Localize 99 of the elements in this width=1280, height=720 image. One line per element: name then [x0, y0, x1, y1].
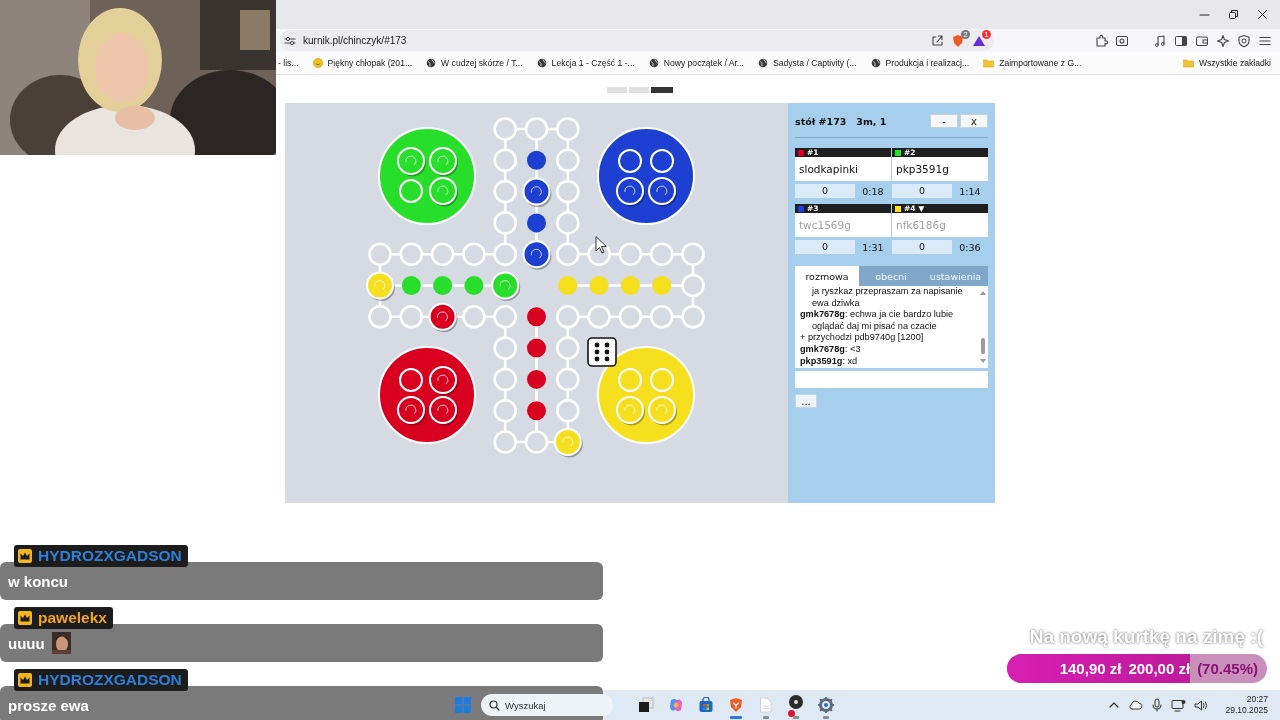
globe-icon	[648, 58, 659, 68]
goal-title: Na nową kurtkę na zimę :(	[1029, 626, 1263, 648]
close-icon[interactable]	[1257, 9, 1268, 20]
username: HYDROZXGADSON	[38, 547, 182, 565]
speaker-icon[interactable]	[1194, 698, 1210, 712]
player-score: 0	[892, 240, 952, 254]
cursor-icon	[595, 236, 607, 254]
cloud-icon[interactable]	[1128, 699, 1144, 711]
player-name: nfk6186g	[892, 213, 988, 237]
game-token[interactable]	[522, 240, 552, 270]
notification-dot	[788, 709, 795, 717]
search-icon	[489, 700, 500, 711]
bookmark[interactable]: W cudzej skórze / T...	[426, 58, 523, 68]
dice-icon[interactable]	[587, 337, 617, 367]
message-text: uuuu	[8, 634, 45, 652]
chat-message: gmk7678g: echwa ja cie bardzo lubie oglądać daj mi pisać na czacie	[800, 309, 955, 333]
player-name: twc1569g	[795, 213, 891, 237]
running-indicator	[763, 716, 769, 719]
bookmark[interactable]: - lis...	[278, 58, 299, 68]
music-icon[interactable]	[1153, 33, 1167, 48]
chat-message: pkp3591g: xd	[800, 355, 859, 368]
disc-icon[interactable]	[788, 693, 804, 710]
monitor-icon[interactable]	[1171, 698, 1187, 712]
restore-icon[interactable]	[1228, 9, 1239, 20]
table-title: stół #173	[795, 115, 847, 127]
tab-search-icon[interactable]	[1115, 33, 1129, 48]
game-token[interactable]	[648, 177, 677, 207]
count-badge: 2	[961, 29, 970, 39]
swirl-icon[interactable]	[668, 697, 684, 713]
goal-amount: 200,00 zł	[1128, 660, 1191, 677]
puzzle-icon[interactable]	[1094, 33, 1108, 48]
player-score: 0	[892, 184, 952, 198]
game-token[interactable]	[522, 177, 552, 208]
message-text: w koncu	[8, 572, 68, 590]
more-button[interactable]: ...	[795, 394, 817, 408]
bookmark[interactable]: Nowy początek / Ar...	[648, 58, 744, 68]
tune-icon	[284, 34, 296, 47]
clock[interactable]: 20:27 29.10.2025	[1225, 694, 1268, 716]
username: HYDROZXGADSON	[38, 671, 182, 689]
bookmark[interactable]: Wszystkie zakładki	[1182, 58, 1271, 68]
window-button[interactable]: x	[960, 114, 988, 128]
folder-icon	[983, 58, 995, 68]
player-timer: 0:18	[861, 185, 885, 197]
bag-icon[interactable]	[698, 697, 714, 713]
smiley-icon	[312, 58, 323, 68]
url-text: kurnik.pl/chinczyk/#173	[303, 35, 408, 46]
table-mode: 3m, 1	[856, 115, 887, 127]
system-message: + przychodzi pdb9740g [1200]	[800, 332, 925, 344]
player-score: 0	[795, 184, 855, 198]
globe-icon	[426, 58, 437, 68]
game-token[interactable]	[429, 396, 458, 426]
crown-icon	[18, 611, 32, 625]
player-name: slodkapinki	[795, 157, 891, 181]
window-button[interactable]: -	[930, 114, 958, 128]
globe-icon	[870, 58, 881, 68]
message-text: prosze ewa	[8, 696, 89, 714]
bookmark[interactable]: Produkcja i realizacj...	[870, 58, 970, 68]
bookmark[interactable]: Zaimportowane z G...	[983, 58, 1082, 68]
bookmark[interactable]: Sadysta / Captivity (...	[757, 58, 857, 68]
game-token[interactable]	[616, 177, 645, 207]
share-icon[interactable]	[931, 34, 944, 47]
globe-icon	[757, 58, 768, 68]
running-indicator	[823, 716, 829, 719]
folder-icon	[1182, 58, 1194, 68]
panel-tab[interactable]: rozmowa	[795, 266, 859, 286]
microphone-icon[interactable]	[1151, 698, 1164, 712]
chat-input[interactable]	[795, 371, 988, 388]
sidebar-icon[interactable]	[1174, 33, 1188, 48]
crown-icon	[18, 673, 32, 687]
game-token[interactable]	[397, 396, 426, 426]
count-badge: 1	[982, 29, 991, 39]
player-timer: 0:36	[958, 241, 982, 253]
sparkle-icon[interactable]	[1216, 33, 1230, 48]
wallet-icon[interactable]	[1195, 33, 1209, 48]
crown-icon	[18, 549, 32, 563]
lion-shield-icon[interactable]	[728, 697, 744, 713]
window-icon[interactable]	[638, 697, 654, 713]
running-indicator	[730, 716, 742, 719]
globe-icon	[536, 58, 547, 68]
chat-message: gmk7678g: <3	[800, 343, 862, 356]
game-token[interactable]	[428, 302, 458, 333]
percent-label: (70.45%)	[1197, 660, 1258, 677]
settings-icon[interactable]	[818, 697, 834, 713]
raised-amount: 140,90 zł	[1059, 660, 1122, 677]
lion-shield-icon[interactable]	[951, 33, 965, 48]
bookmark[interactable]: Piękny chłopak (201...	[312, 58, 413, 68]
game-token[interactable]	[429, 366, 458, 396]
clock-time: 20:27	[1246, 694, 1268, 705]
player-timer: 1:14	[958, 185, 982, 197]
search-field[interactable]: Wyszukaj	[481, 694, 613, 716]
player-name: pkp3591g	[892, 157, 988, 181]
address-bar[interactable]: kurnik.pl/chinczyk/#173 2 1	[280, 30, 994, 51]
running-indicator	[793, 716, 799, 719]
shield-icon[interactable]	[1237, 33, 1251, 48]
bookmark[interactable]: Lekcja 1 - Część 1 -...	[536, 58, 635, 68]
player-score: 0	[795, 240, 855, 254]
username: pawelekx	[38, 609, 107, 627]
player-timer: 1:31	[861, 241, 885, 253]
clock-date: 29.10.2025	[1225, 705, 1268, 716]
